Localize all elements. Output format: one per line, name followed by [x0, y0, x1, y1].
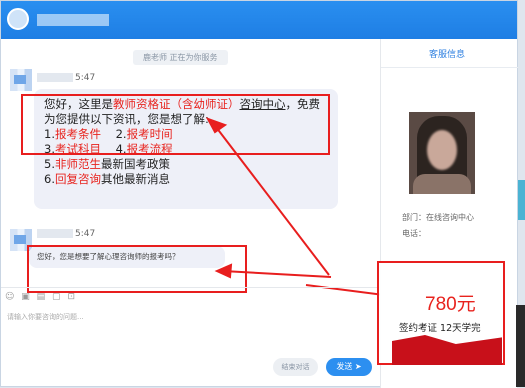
- emoji-icon[interactable]: ☺: [5, 292, 14, 302]
- screenshot-icon[interactable]: ▢: [52, 292, 61, 302]
- panel-title: 客服信息: [429, 50, 466, 60]
- more-icon[interactable]: ⊡: [67, 292, 75, 302]
- panel-divider: [381, 67, 518, 68]
- annotation-arrow: [215, 126, 330, 276]
- arrowhead: [214, 263, 233, 279]
- composer-divider: [1, 287, 380, 288]
- phone-label: 电话：: [402, 229, 426, 238]
- image-icon[interactable]: ▣: [21, 292, 30, 302]
- send-button[interactable]: 发送 ➤: [326, 358, 372, 376]
- message-input[interactable]: 请输入你要咨询的问题...: [7, 312, 84, 322]
- chat-window: 鹿老师 正在为你服务 5:47 5:47 您好，这里是教师资格证（含幼师证）咨询…: [0, 0, 518, 388]
- annotation-arrow: [222, 270, 332, 278]
- agent-photo: [409, 112, 475, 194]
- file-icon[interactable]: ▤: [37, 292, 46, 302]
- send-icon: ➤: [354, 362, 362, 371]
- promo-slogan: 签约考证 12天学完: [399, 323, 481, 334]
- composer-toolbar: ☺ ▣ ▤ ▢ ⊡: [5, 292, 79, 302]
- department-label: 部门：在线咨询中心: [402, 213, 474, 222]
- promo-price: 780元: [425, 294, 476, 315]
- side-tab[interactable]: [518, 180, 525, 220]
- arrowhead: [205, 117, 228, 134]
- dark-edge-strip: [516, 305, 525, 387]
- end-chat-button[interactable]: 结束对话: [273, 358, 318, 376]
